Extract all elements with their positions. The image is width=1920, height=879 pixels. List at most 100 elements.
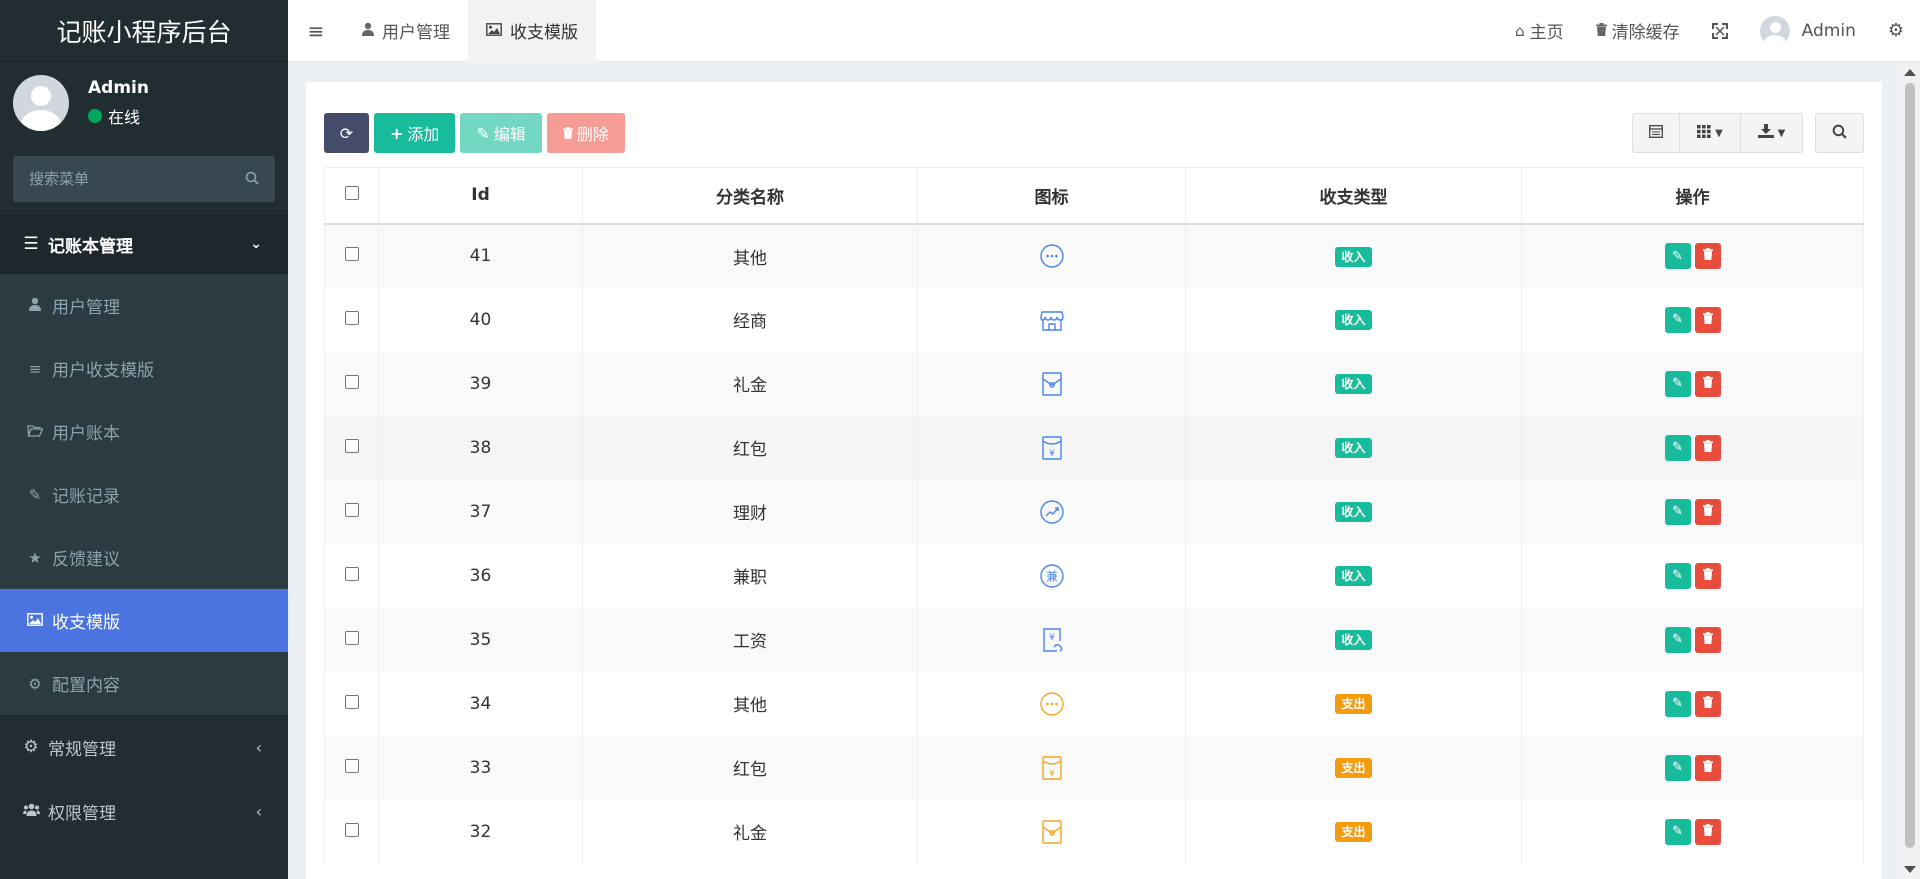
cell-name: 礼金 (582, 799, 918, 864)
search-icon[interactable] (245, 170, 259, 189)
cell-actions: ✎ (1521, 223, 1864, 288)
type-badge: 收入 (1335, 438, 1372, 458)
row-edit-button[interactable]: ✎ (1664, 626, 1691, 653)
row-edit-button[interactable]: ✎ (1664, 434, 1691, 461)
settings-gears-icon[interactable]: ⚙ (1872, 20, 1920, 41)
table-row[interactable]: 41 其他 收入 ✎ (324, 223, 1864, 288)
sidebar-item-feedback[interactable]: ★ 反馈建议 (0, 526, 288, 589)
sidebar-item-templates[interactable]: 收支模版 (0, 589, 288, 652)
scroll-thumb[interactable] (1905, 83, 1915, 848)
column-header-type[interactable]: 收支类型 (1185, 167, 1522, 225)
table-tools: ▼ ▼ (1632, 113, 1864, 153)
add-button[interactable]: + 添加 (374, 113, 456, 153)
cell-actions: ✎ (1521, 543, 1864, 608)
table-row[interactable]: 32 礼金 支出 ✎ (324, 799, 1864, 864)
fullscreen-icon[interactable] (1696, 22, 1744, 39)
sidebar-item-records[interactable]: ✎ 记账记录 (0, 463, 288, 526)
row-checkbox[interactable] (344, 758, 359, 773)
table-row[interactable]: 33 红包 ¥ 支出 ✎ (324, 735, 1864, 800)
row-edit-button[interactable]: ✎ (1664, 562, 1691, 589)
cell-name: 红包 (582, 735, 918, 800)
edit-button[interactable]: ✎ 编辑 (460, 113, 542, 153)
row-delete-button[interactable] (1694, 306, 1721, 333)
row-delete-button[interactable] (1694, 626, 1721, 653)
row-delete-button[interactable] (1694, 498, 1721, 525)
app-title[interactable]: 记账小程序后台 (0, 0, 288, 62)
row-edit-button[interactable]: ✎ (1664, 690, 1691, 717)
row-delete-button[interactable] (1694, 754, 1721, 781)
tab-templates[interactable]: 收支模版 (468, 0, 596, 62)
trash-icon (1702, 248, 1713, 264)
table-row[interactable]: 39 礼金 收入 ✎ (324, 351, 1864, 416)
row-edit-button[interactable]: ✎ (1664, 243, 1691, 269)
row-delete-button[interactable] (1694, 690, 1721, 717)
menu-search (13, 156, 275, 202)
row-delete-button[interactable] (1694, 818, 1721, 845)
sidebar-item-config[interactable]: ⚙ 配置内容 (0, 652, 288, 715)
row-edit-button[interactable]: ✎ (1664, 498, 1691, 525)
row-delete-button[interactable] (1694, 562, 1721, 589)
scroll-down-icon[interactable] (1904, 866, 1916, 873)
tab-user-management[interactable]: 用户管理 (344, 0, 468, 62)
export-button[interactable]: ▼ (1741, 113, 1803, 153)
row-checkbox[interactable] (344, 694, 359, 709)
menu-group-general[interactable]: ⚙ 常规管理 ‹ (0, 715, 288, 779)
table-row[interactable]: 37 理财 收入 ✎ (324, 479, 1864, 544)
menu-group-permissions[interactable]: 权限管理 ‹ (0, 779, 288, 843)
row-checkbox[interactable] (344, 247, 359, 261)
cell-icon: ¥ (917, 607, 1186, 672)
row-edit-button[interactable]: ✎ (1664, 370, 1691, 397)
row-checkbox[interactable] (344, 566, 359, 581)
column-header-id[interactable]: Id (378, 167, 583, 225)
home-link[interactable]: ⌂ 主页 (1499, 18, 1580, 44)
select-all-checkbox[interactable] (344, 186, 359, 201)
cell-name: 兼职 (582, 543, 918, 608)
scroll-up-icon[interactable] (1904, 69, 1916, 76)
column-header-name[interactable]: 分类名称 (582, 167, 918, 225)
table-row[interactable]: 40 经商 收入 ✎ (324, 287, 1864, 352)
menu-search-input[interactable] (29, 170, 245, 188)
red-packet-icon: ¥ (1041, 755, 1062, 780)
user-status: 在线 (88, 104, 149, 128)
table-row[interactable]: 34 其他 支出 ✎ (324, 671, 1864, 736)
row-checkbox[interactable] (344, 374, 359, 389)
toggle-view-button[interactable] (1632, 113, 1680, 153)
table-row[interactable]: 38 红包 ¥ 收入 ✎ (324, 415, 1864, 480)
row-checkbox[interactable] (344, 822, 359, 837)
menu-group-ledger[interactable]: ☰ 记账本管理 ⌄ (0, 214, 288, 274)
menu-toggle-icon[interactable]: ≡ (288, 19, 344, 43)
row-edit-button[interactable]: ✎ (1664, 754, 1691, 781)
pencil-icon: ✎ (1672, 696, 1683, 711)
table-row[interactable]: 35 工资 ¥ 收入 ✎ (324, 607, 1864, 672)
row-edit-button[interactable]: ✎ (1664, 818, 1691, 845)
row-edit-button[interactable]: ✎ (1664, 306, 1691, 333)
admin-menu[interactable]: Admin (1744, 15, 1872, 46)
row-checkbox[interactable] (344, 502, 359, 517)
pencil-icon: ✎ (1672, 568, 1683, 583)
row-delete-button[interactable] (1694, 243, 1721, 269)
cell-icon (917, 479, 1186, 544)
row-checkbox[interactable] (344, 438, 359, 453)
row-checkbox[interactable] (344, 630, 359, 645)
clear-cache-button[interactable]: 清除缓存 (1580, 18, 1696, 43)
page-scrollbar[interactable] (1900, 63, 1920, 879)
search-toggle-button[interactable] (1815, 113, 1864, 153)
svg-text:¥: ¥ (1049, 769, 1055, 779)
row-checkbox[interactable] (344, 310, 359, 325)
sidebar-item-user-management[interactable]: 用户管理 (0, 274, 288, 337)
user-panel: Admin 在线 (0, 62, 288, 144)
column-header-icon[interactable]: 图标 (917, 167, 1186, 225)
sidebar-item-user-ledgers[interactable]: 用户账本 (0, 400, 288, 463)
refresh-button[interactable]: ⟳ (324, 113, 369, 153)
image-icon (26, 612, 44, 630)
row-select-cell (324, 287, 379, 352)
table-row[interactable]: 36 兼职 兼 收入 ✎ (324, 543, 1864, 608)
row-delete-button[interactable] (1694, 434, 1721, 461)
more-circle-icon (1039, 691, 1064, 716)
delete-button[interactable]: 删除 (546, 113, 625, 153)
cell-type: 收入 (1185, 287, 1522, 352)
sidebar-item-label: 用户管理 (52, 298, 120, 318)
columns-button[interactable]: ▼ (1680, 113, 1741, 153)
row-delete-button[interactable] (1694, 370, 1721, 397)
sidebar-item-user-templates[interactable]: ≡ 用户收支模版 (0, 337, 288, 400)
